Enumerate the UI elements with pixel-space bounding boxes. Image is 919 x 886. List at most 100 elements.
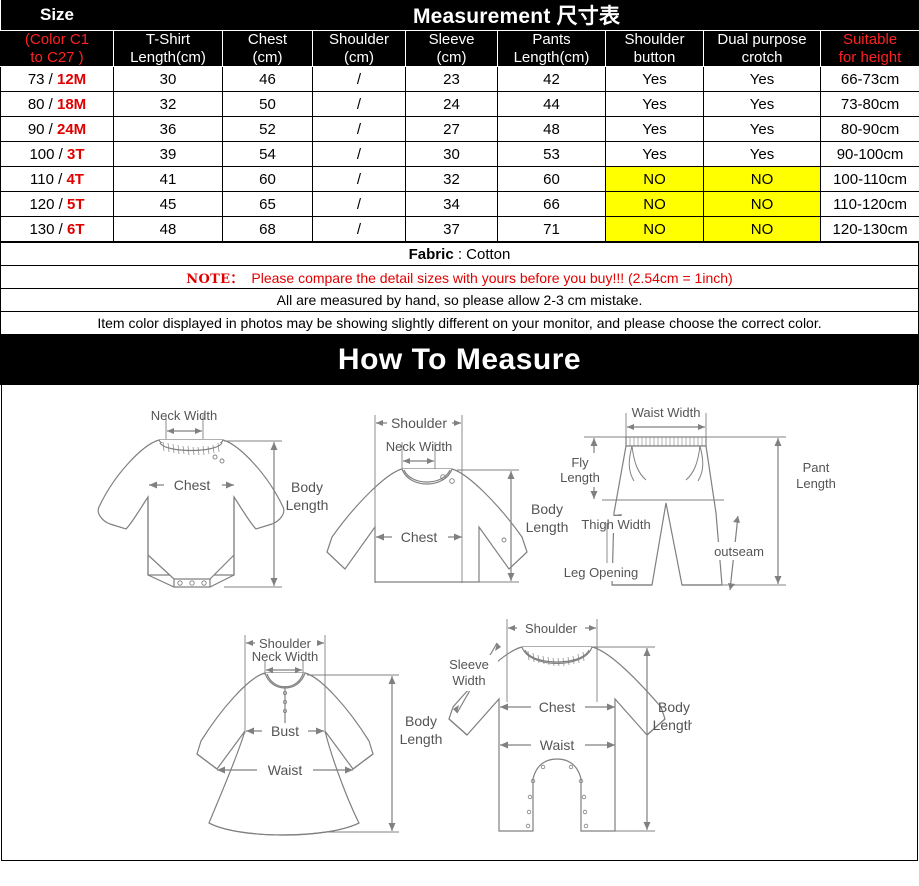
header-line1: T-Shirt: [145, 31, 191, 48]
cell-shoulder-button: NO: [605, 166, 704, 193]
table-row: 100 / 3T 39 54 / 30 53 Yes Yes 90-100cm: [0, 141, 919, 168]
cell-shoulder: /: [312, 166, 406, 193]
label-body-length-1: Body: [405, 713, 437, 729]
cell-shoulder-button: Yes: [605, 91, 704, 118]
cell-crotch: Yes: [703, 116, 821, 143]
label-sleeve-2: Width: [452, 673, 485, 688]
cell-pants: 60: [497, 166, 606, 193]
size-number: 110 /: [30, 170, 67, 188]
pant-length-dimension: Pant Length: [704, 436, 836, 586]
cell-size: 80 / 18M: [0, 91, 114, 118]
diagram-bodysuit: Neck Width Chest Body Length: [64, 397, 334, 597]
fabric-row: Fabric : Cotton: [0, 242, 919, 267]
label-leg-opening: Leg Opening: [564, 565, 638, 580]
cell-shoulder: /: [312, 66, 406, 93]
size-age: 4T: [66, 170, 84, 188]
header-dual-purpose-crotch: Dual purpose crotch: [703, 29, 821, 68]
header-line2: (cm): [436, 48, 467, 66]
header-chest: Chest (cm): [222, 29, 313, 68]
cell-size: 90 / 24M: [0, 116, 114, 143]
header-shoulder: Shoulder (cm): [312, 29, 406, 68]
label-chest: Chest: [539, 699, 576, 715]
cell-size: 73 / 12M: [0, 66, 114, 93]
neck-width-dimension: Neck Width: [151, 408, 217, 440]
header-line2: crotch: [741, 48, 783, 66]
cell-sleeve: 24: [405, 91, 498, 118]
cell-shoulder: /: [312, 116, 406, 143]
label-pant-1: Pant: [803, 460, 830, 475]
label-bust: Bust: [271, 723, 299, 739]
cell-pants: 66: [497, 191, 606, 218]
label-chest: Chest: [401, 529, 438, 545]
header-line2: (cm): [344, 48, 374, 66]
cell-shoulder-button: NO: [605, 216, 704, 243]
cell-height: 66-73cm: [819, 66, 919, 93]
cell-tshirt: 39: [113, 141, 223, 168]
note-keyword: NOTE：: [186, 271, 244, 287]
diagram-dress: Shoulder Neck Width Bust Waist Body Leng…: [187, 613, 447, 848]
cell-shoulder-button: Yes: [605, 141, 704, 168]
cell-tshirt: 32: [113, 91, 223, 118]
cell-chest: 52: [222, 116, 313, 143]
header-line1: Shoulder: [328, 31, 390, 48]
size-age: 3T: [67, 145, 85, 163]
cell-sleeve: 23: [405, 66, 498, 93]
cell-crotch: NO: [703, 166, 821, 193]
table-row: 120 / 5T 45 65 / 34 66 NO NO 110-120cm: [0, 191, 919, 218]
cell-shoulder: /: [312, 141, 406, 168]
cell-tshirt: 41: [113, 166, 223, 193]
cell-height: 73-80cm: [819, 91, 919, 118]
diagram-romper: Shoulder Sleeve Width Chest Waist Body L…: [437, 607, 692, 852]
label-thigh-width: Thigh Width: [581, 517, 650, 532]
cell-shoulder: /: [312, 91, 406, 118]
note-row: NOTE： Please compare the detail sizes wi…: [0, 265, 919, 290]
cell-shoulder: /: [312, 216, 406, 243]
cell-tshirt: 45: [113, 191, 223, 218]
thigh-width-dimension: Thigh Width: [578, 514, 659, 534]
measure-note-row: All are measured by hand, so please allo…: [0, 288, 919, 313]
cell-height: 120-130cm: [819, 216, 919, 243]
size-number: 80 /: [27, 95, 57, 113]
cell-shoulder-button: NO: [605, 191, 704, 218]
cell-shoulder-button: Yes: [605, 116, 704, 143]
cell-pants: 42: [497, 66, 606, 93]
cell-sleeve: 32: [405, 166, 498, 193]
header-sleeve: Sleeve (cm): [405, 29, 498, 68]
header-suitable-for-height: Suitable for height: [819, 29, 919, 68]
header-line1: Dual purpose: [717, 31, 807, 48]
size-title: Size: [39, 5, 75, 24]
cell-chest: 46: [222, 66, 313, 93]
cell-height: 100-110cm: [819, 166, 919, 193]
cell-chest: 68: [222, 216, 313, 243]
cell-tshirt: 48: [113, 216, 223, 243]
size-number: 120 /: [29, 195, 67, 213]
measurement-table: Size Measurement 尺寸表 (Color C1 to C27 ) …: [0, 0, 919, 243]
pants-shape: [611, 436, 723, 586]
label-waist: Waist: [540, 737, 575, 753]
fabric-cell: Fabric : Cotton: [0, 242, 919, 267]
cell-chest: 54: [222, 141, 313, 168]
table-row: 90 / 24M 36 52 / 27 48 Yes Yes 80-90cm: [0, 116, 919, 143]
header-tshirt-length: T-Shirt Length(cm): [113, 29, 223, 68]
measurement-title-cell: Measurement 尺寸表: [113, 0, 919, 31]
waist-width-dimension: Waist Width: [625, 405, 707, 438]
header-line1: Pants: [532, 31, 571, 48]
fabric-value: : Cotton: [453, 245, 511, 263]
size-color-line2: to C27 ): [30, 48, 84, 66]
cell-tshirt: 30: [113, 66, 223, 93]
label-shoulder: Shoulder: [525, 621, 578, 636]
size-number: 73 /: [27, 70, 57, 88]
cell-height: 90-100cm: [819, 141, 919, 168]
cell-crotch: Yes: [703, 66, 821, 93]
sweatshirt-shape: [326, 468, 528, 583]
notes-table: Fabric : Cotton NOTE： Please compare the…: [0, 242, 919, 336]
size-age: 6T: [67, 220, 85, 238]
size-age: 24M: [57, 120, 87, 138]
header-pants-length: Pants Length(cm): [497, 29, 606, 68]
label-neck-width: Neck Width: [386, 439, 452, 454]
color-note-cell: Item color displayed in photos may be sh…: [0, 311, 919, 336]
cell-tshirt: 36: [113, 116, 223, 143]
how-to-measure-banner: How To Measure: [0, 335, 919, 386]
cell-sleeve: 37: [405, 216, 498, 243]
header-line1: Sleeve: [428, 31, 475, 48]
